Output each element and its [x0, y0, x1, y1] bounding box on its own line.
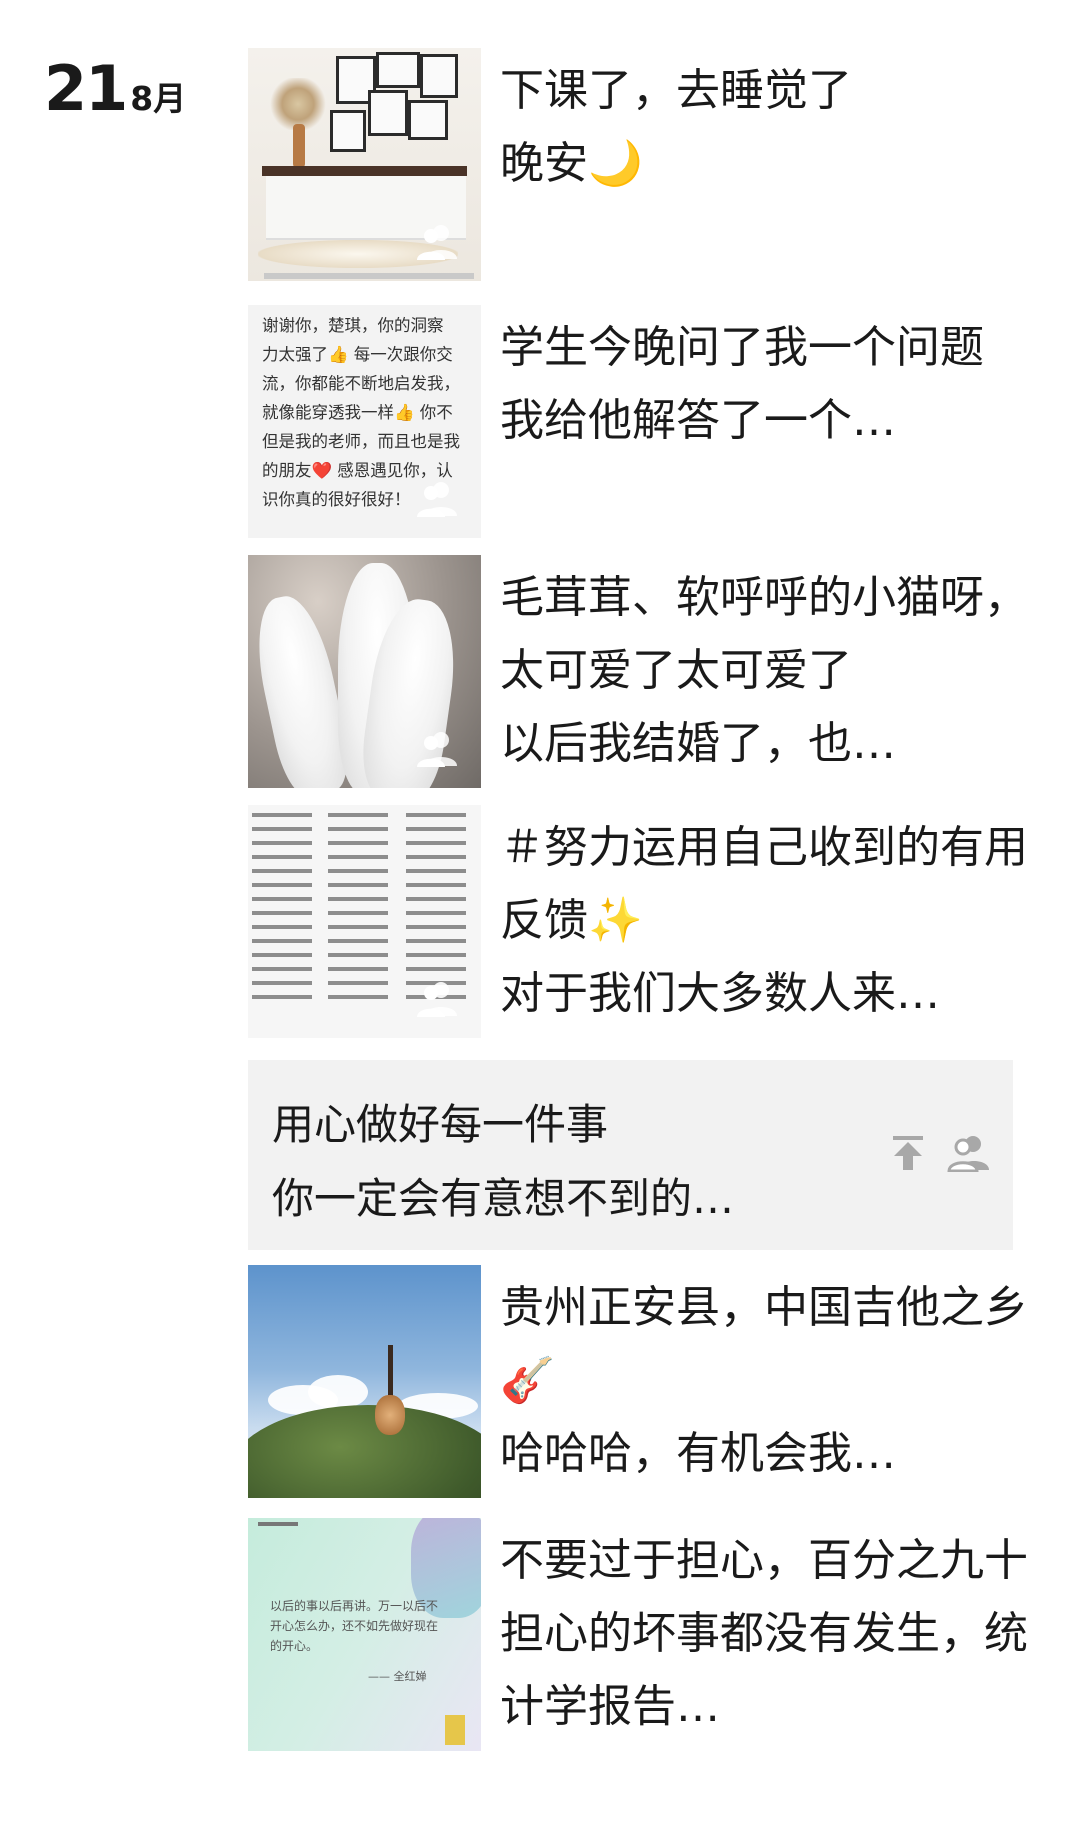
moment-post[interactable]: 下课了，去睡觉了 晚安🌙 [248, 48, 1048, 281]
thumb-quote-author: —— 全红婵 [368, 1670, 427, 1683]
thumb-text-line: 流，你都能不断地启发我， [262, 374, 460, 393]
thumb-text-line: 但是我的老师，而且也是我 [262, 432, 460, 451]
post-text: 不要过于担心，百分之九十担心的坏事都没有发生，统计学报告… [500, 1535, 1028, 1732]
post-thumbnail[interactable]: 以后的事以后再讲。万一以后不开心怎么办，还不如先做好现在的开心。 —— 全红婵 [248, 1518, 481, 1751]
post-text: 毛茸茸、软呼呼的小猫呀，太可爱了太可爱了 以后我结婚了，也… [500, 572, 1028, 769]
thumb-text-line: 力太强了👍 每一次跟你交 [262, 345, 453, 364]
friends-visible-icon [417, 732, 457, 767]
post-thumbnail[interactable] [248, 1265, 481, 1498]
friends-visible-icon [947, 1136, 989, 1172]
post-thumbnail[interactable]: 谢谢你，楚琪，你的洞察 力太强了👍 每一次跟你交 流，你都能不断地启发我， 就像… [248, 305, 481, 538]
friends-visible-icon [417, 482, 457, 517]
post-thumbnail[interactable] [248, 48, 481, 281]
post-text: 贵州正安县，中国吉他之乡🎸 哈哈哈，有机会我… [500, 1282, 1028, 1479]
date-label: 21 8月 [44, 58, 186, 120]
moment-post[interactable]: 毛茸茸、软呼呼的小猫呀，太可爱了太可爱了 以后我结婚了，也… [248, 555, 1048, 788]
post-text: 学生今晚问了我一个问题 我给他解答了一个… [500, 322, 984, 446]
post-text: 用心做好每一件事 你一定会有意想不到的… [272, 1100, 735, 1223]
friends-visible-icon [417, 225, 457, 260]
date-month: 8月 [130, 79, 187, 118]
thumb-text-line: 谢谢你，楚琪，你的洞察 [262, 316, 444, 335]
moment-post[interactable]: ＃努力运用自己收到的有用反馈✨ 对于我们大多数人来… [248, 805, 1048, 1038]
thumb-text-line: 就像能穿透我一样👍 你不 [262, 403, 453, 422]
moment-post[interactable]: 贵州正安县，中国吉他之乡🎸 哈哈哈，有机会我… [248, 1265, 1048, 1498]
thumb-quote: 以后的事以后再讲。万一以后不开心怎么办，还不如先做好现在的开心。 [270, 1599, 439, 1653]
moment-text-post[interactable]: 用心做好每一件事 你一定会有意想不到的… [248, 1060, 1013, 1250]
pin-top-icon [893, 1136, 923, 1170]
friends-visible-icon [417, 982, 457, 1017]
date-day: 21 [44, 52, 128, 125]
post-thumbnail[interactable] [248, 805, 481, 1038]
post-thumbnail[interactable] [248, 555, 481, 788]
post-text: ＃努力运用自己收到的有用反馈✨ 对于我们大多数人来… [500, 822, 1028, 1019]
moment-post[interactable]: 谢谢你，楚琪，你的洞察 力太强了👍 每一次跟你交 流，你都能不断地启发我， 就像… [248, 305, 1048, 538]
moment-post[interactable]: 以后的事以后再讲。万一以后不开心怎么办，还不如先做好现在的开心。 —— 全红婵 … [248, 1518, 1048, 1751]
post-text: 下课了，去睡觉了 晚安🌙 [500, 65, 852, 189]
